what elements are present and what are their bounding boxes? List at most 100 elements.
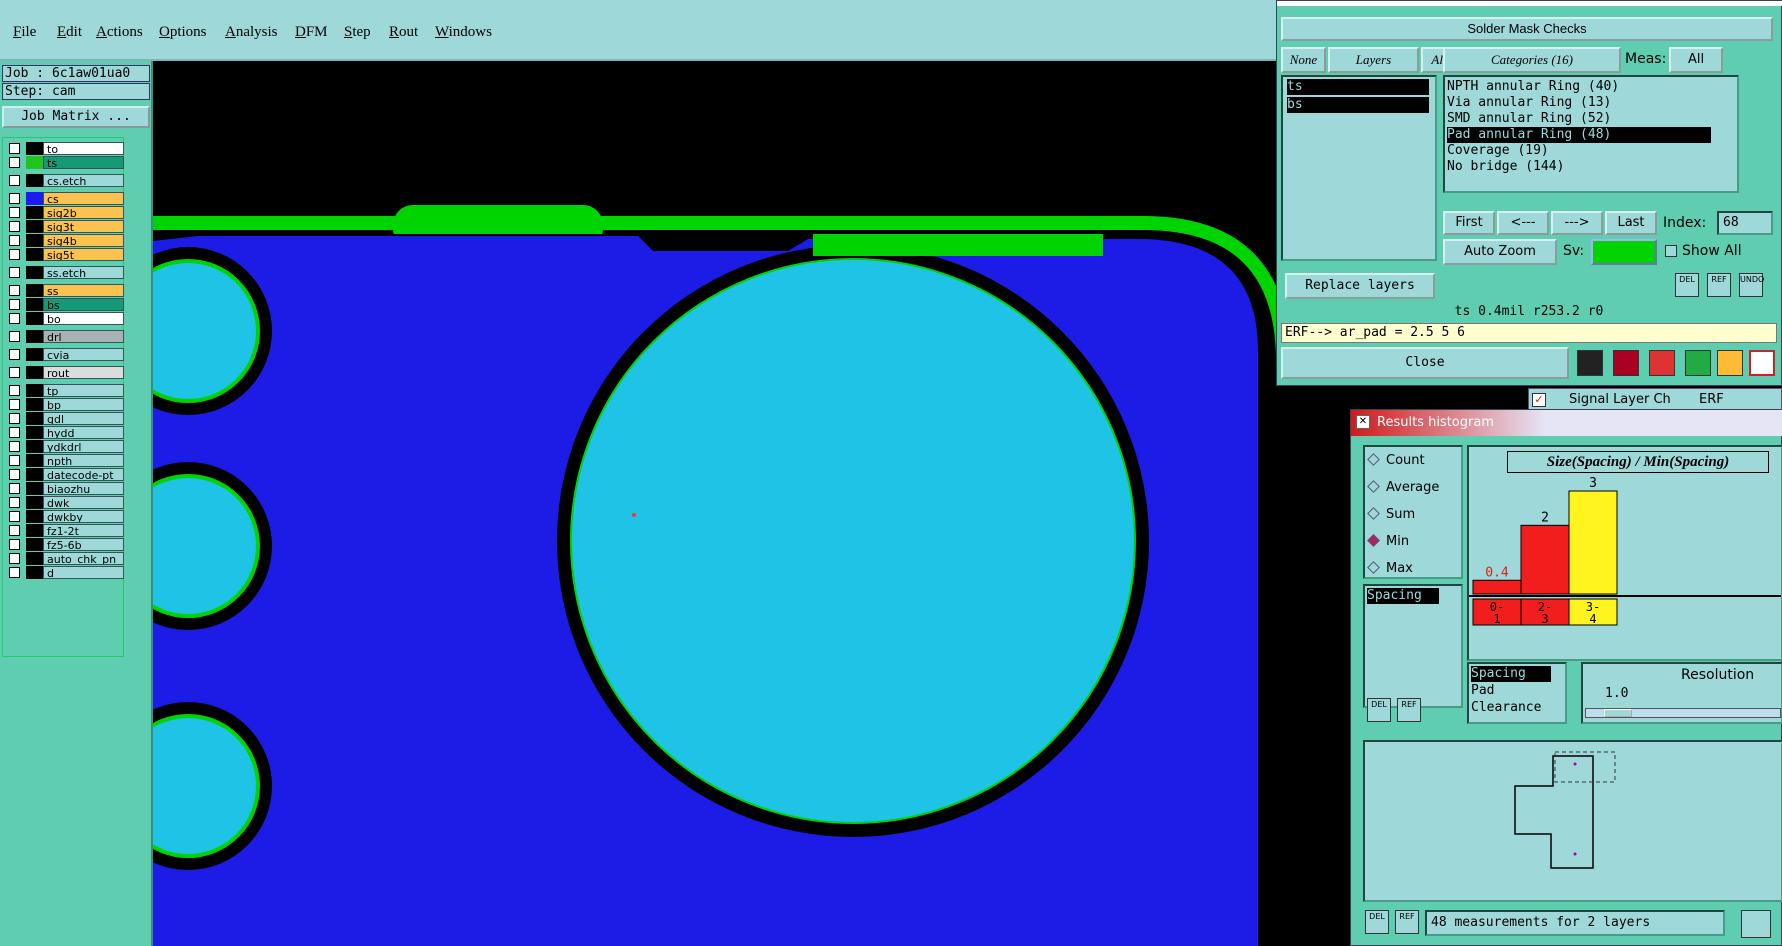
layer-row-fz5-6b[interactable]: fz5-6b bbox=[6, 537, 124, 551]
layer-row-biaozhu[interactable]: biaozhu bbox=[6, 481, 124, 495]
layer-checkbox[interactable] bbox=[9, 441, 20, 452]
save-icon[interactable] bbox=[1613, 350, 1639, 376]
sv-dropdown[interactable] bbox=[1591, 239, 1657, 265]
layer-row-cs[interactable]: cs bbox=[6, 191, 124, 205]
none-button[interactable]: None bbox=[1281, 47, 1326, 73]
layer-row-tp[interactable]: tp bbox=[6, 383, 124, 397]
layer-row-sig4b[interactable]: sig4b bbox=[6, 233, 124, 247]
layer-checkbox[interactable] bbox=[9, 483, 20, 494]
layer-name[interactable]: ss bbox=[43, 284, 124, 297]
background-tab-strip[interactable]: ✓ Signal Layer Ch ERF bbox=[1528, 388, 1782, 410]
layer-name[interactable]: bs bbox=[43, 298, 124, 311]
layer-checkbox[interactable] bbox=[9, 511, 20, 522]
layer-item-bs[interactable]: bs bbox=[1287, 97, 1429, 113]
layer-checkbox[interactable] bbox=[9, 525, 20, 536]
layer-checkbox[interactable] bbox=[9, 399, 20, 410]
layer-checkbox[interactable] bbox=[9, 553, 20, 564]
layer-name[interactable]: ss.etch bbox=[43, 266, 124, 279]
layer-row-bp[interactable]: bp bbox=[6, 397, 124, 411]
layer-name[interactable]: ts bbox=[43, 156, 124, 169]
layer-checkbox[interactable] bbox=[9, 349, 20, 360]
undo-button[interactable]: UNDO bbox=[1739, 273, 1764, 297]
preview-ref-button[interactable]: REF bbox=[1395, 910, 1419, 934]
field-item-spacing[interactable]: Spacing bbox=[1471, 666, 1551, 682]
layer-row-ss.etch[interactable]: ss.etch bbox=[6, 265, 124, 279]
layer-name[interactable]: biaozhu bbox=[43, 482, 124, 495]
hist-ref-button[interactable]: REF bbox=[1397, 698, 1421, 722]
resolution-slider-handle[interactable] bbox=[1604, 709, 1632, 717]
layer-name[interactable]: drl bbox=[43, 330, 124, 343]
menu-windows[interactable]: Windows bbox=[435, 24, 492, 41]
layer-row-cvia[interactable]: cvia bbox=[6, 347, 124, 361]
layer-row-fz1-2t[interactable]: fz1-2t bbox=[6, 523, 124, 537]
layer-checkbox[interactable] bbox=[9, 267, 20, 278]
layer-checkbox[interactable] bbox=[9, 497, 20, 508]
layer-name[interactable]: bo bbox=[43, 312, 124, 325]
del-button[interactable]: DEL bbox=[1675, 273, 1699, 297]
layer-checkbox[interactable] bbox=[9, 143, 20, 154]
close-button[interactable]: Close bbox=[1281, 347, 1569, 379]
next-button[interactable]: ---> bbox=[1551, 211, 1603, 235]
preview-del-button[interactable]: DEL bbox=[1365, 910, 1389, 934]
layer-checkbox[interactable] bbox=[9, 193, 20, 204]
layer-row-bs[interactable]: bs bbox=[6, 297, 124, 311]
job-matrix-button[interactable]: Job Matrix ... bbox=[2, 106, 150, 128]
layer-name[interactable]: auto_chk_pn bbox=[43, 552, 124, 565]
layer-checkbox[interactable] bbox=[9, 469, 20, 480]
categories-button[interactable]: Categories (16) bbox=[1443, 47, 1621, 73]
layer-row-gdl[interactable]: gdl bbox=[6, 411, 124, 425]
layer-name[interactable]: sig2b bbox=[43, 206, 124, 219]
layer-name[interactable]: gdl bbox=[43, 412, 124, 425]
layer-name[interactable]: cs bbox=[43, 192, 124, 205]
layer-name[interactable]: fz1-2t bbox=[43, 524, 124, 537]
layer-name[interactable]: bp bbox=[43, 398, 124, 411]
layer-row-ts[interactable]: ts bbox=[6, 155, 124, 169]
layer-name[interactable]: dwkby bbox=[43, 510, 124, 523]
menu-options[interactable]: Options bbox=[159, 24, 207, 41]
layer-name[interactable]: fz5-6b bbox=[43, 538, 124, 551]
hist-del-button[interactable]: DEL bbox=[1367, 698, 1391, 722]
layer-row-rout[interactable]: rout bbox=[6, 365, 124, 379]
measure-item-spacing[interactable]: Spacing bbox=[1367, 588, 1439, 604]
layer-checkbox[interactable] bbox=[9, 539, 20, 550]
layer-name[interactable]: cs.etch bbox=[43, 174, 124, 187]
layer-row-ydkdrl[interactable]: ydkdrl bbox=[6, 439, 124, 453]
layer-name[interactable]: sig5t bbox=[43, 248, 124, 261]
mode-radio-average[interactable]: Average bbox=[1367, 480, 1439, 495]
layers-button[interactable]: Layers bbox=[1328, 47, 1419, 73]
layer-row-drl[interactable]: drl bbox=[6, 329, 124, 343]
layer-name[interactable]: d bbox=[43, 566, 124, 579]
report-icon[interactable] bbox=[1577, 350, 1603, 376]
layer-checkbox[interactable] bbox=[9, 567, 20, 578]
layer-results-list[interactable]: ts bs bbox=[1281, 75, 1437, 261]
layer-row-sig2b[interactable]: sig2b bbox=[6, 205, 124, 219]
last-button[interactable]: Last bbox=[1605, 211, 1657, 235]
field-item-pad[interactable]: Pad bbox=[1471, 683, 1494, 698]
mode-radio-max[interactable]: Max bbox=[1367, 561, 1413, 576]
layer-name[interactable]: dwk bbox=[43, 496, 124, 509]
resolution-slider[interactable] bbox=[1585, 708, 1781, 718]
layer-checkbox[interactable] bbox=[9, 249, 20, 260]
layer-row-ss[interactable]: ss bbox=[6, 283, 124, 297]
layer-name[interactable]: ydkdrl bbox=[43, 440, 124, 453]
layer-checkbox[interactable] bbox=[9, 299, 20, 310]
layer-name[interactable]: tp bbox=[43, 384, 124, 397]
menu-analysis[interactable]: Analysis bbox=[225, 24, 278, 41]
layer-name[interactable]: npth bbox=[43, 454, 124, 467]
layer-row-d[interactable]: d bbox=[6, 565, 124, 579]
layer-row-to[interactable]: to bbox=[6, 141, 124, 155]
category-item[interactable]: Via annular Ring (13) bbox=[1447, 95, 1711, 111]
layer-name[interactable]: rout bbox=[43, 366, 124, 379]
category-list[interactable]: NPTH annular Ring (40) Via annular Ring (… bbox=[1443, 75, 1739, 193]
layer-checkbox[interactable] bbox=[9, 207, 20, 218]
histogram-icon[interactable] bbox=[1749, 350, 1775, 376]
layer-row-datecode-pt[interactable]: datecode-pt bbox=[6, 467, 124, 481]
index-input[interactable]: 68 bbox=[1717, 211, 1773, 235]
category-item[interactable]: No bridge (144) bbox=[1447, 159, 1711, 175]
layer-checkbox[interactable] bbox=[9, 285, 20, 296]
layer-checkbox[interactable] bbox=[9, 455, 20, 466]
first-button[interactable]: First bbox=[1443, 211, 1495, 235]
menu-dfm[interactable]: DFM bbox=[295, 24, 328, 41]
menu-actions[interactable]: Actions bbox=[96, 24, 143, 41]
layer-name[interactable]: hydd bbox=[43, 426, 124, 439]
